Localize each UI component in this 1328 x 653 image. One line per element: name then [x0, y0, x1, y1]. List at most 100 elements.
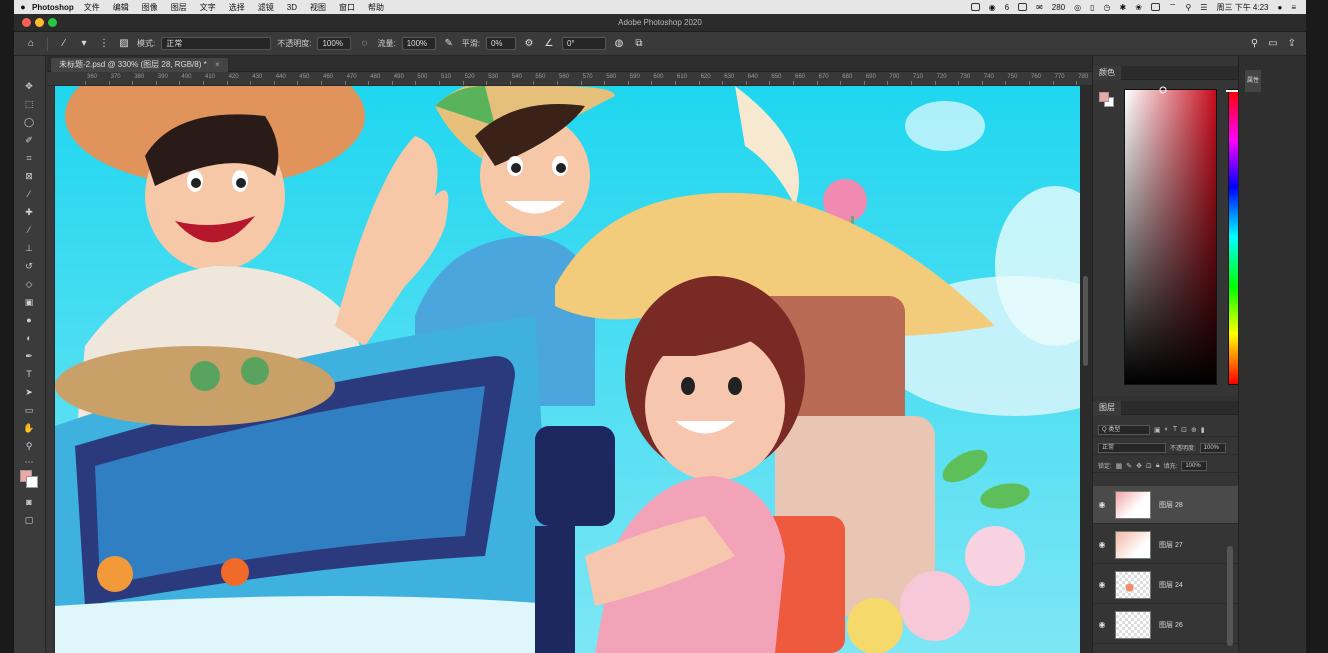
filter-adjust-icon[interactable]: ◐	[1165, 426, 1169, 433]
zoom-tool-icon[interactable]: ⚲	[22, 440, 36, 452]
screen-icon[interactable]	[1018, 3, 1028, 11]
pressure-size-icon[interactable]: ◍	[612, 37, 626, 51]
healing-tool-icon[interactable]: ✚	[22, 206, 36, 218]
layer-row[interactable]: ◉ 图层 28	[1093, 486, 1239, 524]
chevron-down-icon[interactable]: ▾	[77, 37, 91, 51]
eye-icon[interactable]: ◉	[1093, 580, 1111, 589]
brush-size-icon[interactable]: ⋮	[97, 37, 111, 51]
flow-field[interactable]: 100%	[401, 37, 436, 50]
layer-row[interactable]: ◉ 图层 24	[1093, 566, 1239, 604]
search-icon[interactable]: ⚲	[1251, 38, 1258, 49]
fill-field[interactable]: 100%	[1181, 460, 1208, 471]
menu-image[interactable]: 图像	[142, 2, 158, 13]
battery-icon[interactable]	[1150, 3, 1160, 11]
app-menu[interactable]: Photoshop	[32, 3, 74, 12]
workspace-icon[interactable]: ▭	[1268, 38, 1277, 49]
angle-icon[interactable]: ∠	[542, 37, 556, 51]
apple-icon[interactable]: ●	[14, 2, 32, 12]
document-tab[interactable]: 未标题-2.psd @ 330% (图层 28, RGB/8) * ×	[51, 58, 228, 72]
blur-tool-icon[interactable]: ●	[22, 314, 36, 326]
filter-toggle-icon[interactable]: ▮	[1201, 426, 1205, 434]
camera-icon[interactable]	[970, 3, 980, 11]
brush-panel-icon[interactable]: ▨	[117, 37, 131, 51]
smooth-settings-icon[interactable]: ⚙	[522, 37, 536, 51]
lock-all-icon[interactable]: 🔒︎	[1156, 462, 1160, 470]
fg-bg-swatches[interactable]	[1099, 92, 1115, 108]
lasso-tool-icon[interactable]: ◯	[22, 116, 36, 128]
crop-tool-icon[interactable]: ⌗	[22, 152, 36, 164]
search-icon[interactable]: ⚲	[1185, 3, 1191, 12]
brush-tool-icon[interactable]: ⁄	[22, 224, 36, 236]
frame-tool-icon[interactable]: ⊠	[22, 170, 36, 182]
smooth-field[interactable]: 0%	[485, 37, 516, 50]
clock-icon[interactable]: ◷	[1104, 3, 1111, 12]
eye-icon[interactable]: ◉	[1093, 500, 1111, 509]
color-panel-tab[interactable]: 颜色	[1093, 66, 1239, 80]
angle-field[interactable]: 0°	[561, 37, 606, 50]
eyedropper-tool-icon[interactable]: ⁄	[22, 188, 36, 200]
layer-opacity-field[interactable]: 100%	[1199, 442, 1226, 453]
control-center-icon[interactable]: ☰	[1200, 3, 1207, 12]
dodge-tool-icon[interactable]: ◐	[22, 332, 36, 344]
properties-panel-button[interactable]: 属性	[1245, 70, 1261, 92]
scrollbar-thumb[interactable]	[1083, 276, 1088, 366]
opacity-field[interactable]: 100%	[317, 37, 352, 50]
filter-shape-icon[interactable]: ⊡	[1181, 426, 1187, 434]
layers-scrollbar[interactable]	[1227, 546, 1233, 646]
color-picker-field[interactable]	[1124, 86, 1217, 385]
menu-layer[interactable]: 图层	[171, 2, 187, 13]
quick-select-tool-icon[interactable]: ✐	[22, 134, 36, 146]
ring-icon[interactable]: ◎	[1074, 3, 1081, 12]
home-icon[interactable]: ⌂	[24, 37, 38, 51]
menu-edit[interactable]: 编辑	[113, 2, 129, 13]
pen-tool-icon[interactable]: ✒	[22, 350, 36, 362]
type-tool-icon[interactable]: T	[22, 368, 36, 380]
wifi-icon[interactable]: ⌔	[1169, 2, 1177, 12]
quick-mask-icon[interactable]: ◙	[22, 496, 36, 508]
gradient-tool-icon[interactable]: ▣	[22, 296, 36, 308]
layer-filter-select[interactable]: Q 类型	[1098, 424, 1150, 435]
hand-tool-icon[interactable]: ✋	[22, 422, 36, 434]
more-tools-icon[interactable]: ⋯	[22, 456, 36, 468]
layers-panel-tab[interactable]: 图层	[1093, 401, 1239, 415]
menu-file[interactable]: 文件	[84, 2, 100, 13]
history-brush-tool-icon[interactable]: ↺	[22, 260, 36, 272]
filter-pixel-icon[interactable]: ▣	[1154, 426, 1161, 434]
path-select-tool-icon[interactable]: ➤	[22, 386, 36, 398]
siri-icon[interactable]: ●	[1277, 3, 1282, 12]
menu-filter[interactable]: 滤镜	[258, 2, 274, 13]
filter-type-icon[interactable]: T	[1173, 426, 1177, 433]
mode-select[interactable]: 正常	[161, 37, 272, 50]
minimize-window-button[interactable]	[35, 18, 44, 27]
menu-view[interactable]: 视图	[310, 2, 326, 13]
menu-3d[interactable]: 3D	[287, 3, 297, 12]
clip-icon[interactable]: ▯	[1090, 3, 1094, 12]
canvas[interactable]	[55, 86, 1080, 653]
bluetooth-icon[interactable]: ✱	[1120, 3, 1127, 12]
pressure-opacity-icon[interactable]: ◌	[357, 37, 371, 51]
lock-artboard-icon[interactable]: ⊡	[1146, 462, 1152, 470]
symmetry-icon[interactable]: ⧉	[632, 37, 646, 51]
layer-row[interactable]: ◉ 图层 26	[1093, 606, 1239, 644]
zoom-window-button[interactable]	[48, 18, 57, 27]
background-color-swatch[interactable]	[26, 476, 38, 488]
share-icon[interactable]: ⇪	[1288, 38, 1296, 49]
menu-type[interactable]: 文字	[200, 2, 216, 13]
lock-position-icon[interactable]: ✥	[1136, 462, 1142, 470]
menu-select[interactable]: 选择	[229, 2, 245, 13]
close-tab-icon[interactable]: ×	[215, 60, 220, 69]
canvas-vertical-scrollbar[interactable]	[1080, 86, 1092, 653]
color-panel-fg-swatch[interactable]	[1099, 92, 1109, 102]
shape-tool-icon[interactable]: ▭	[22, 404, 36, 416]
lock-pixels-icon[interactable]: ✎	[1126, 462, 1132, 470]
marquee-tool-icon[interactable]: ⬚	[22, 98, 36, 110]
filter-smart-icon[interactable]: ⊕	[1191, 426, 1197, 434]
list-icon[interactable]: ≡	[1291, 3, 1296, 12]
color-picker-marker[interactable]	[1159, 86, 1167, 94]
screen-mode-icon[interactable]: ▢	[22, 514, 36, 526]
stamp-tool-icon[interactable]: ⊥	[22, 242, 36, 254]
menu-help[interactable]: 帮助	[368, 2, 384, 13]
airbrush-icon[interactable]: ✎	[442, 37, 456, 51]
move-tool-icon[interactable]: ✥	[22, 80, 36, 92]
brush-preset-icon[interactable]: ⁄	[57, 37, 71, 51]
